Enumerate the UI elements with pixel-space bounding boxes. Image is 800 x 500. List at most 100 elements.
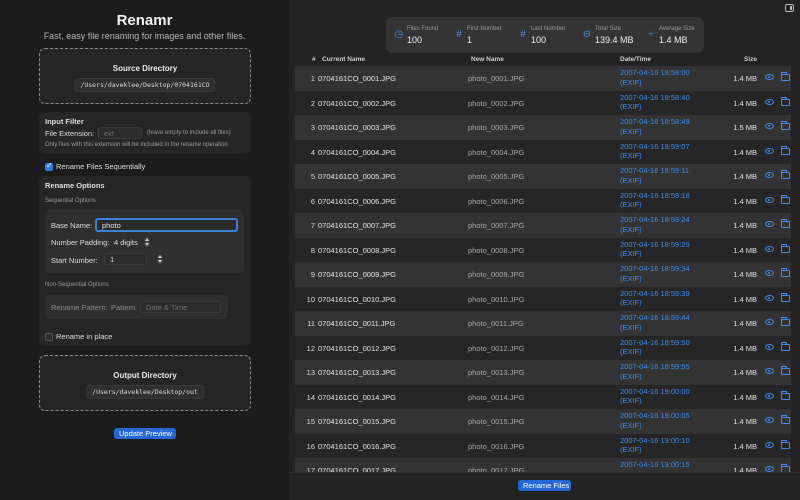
folder-icon[interactable] bbox=[781, 72, 790, 81]
table-row[interactable]: 1 0704161CO_0001.JPG photo_0001.JPG 2007-04… bbox=[295, 66, 791, 91]
row-number: 14 bbox=[306, 392, 315, 402]
row-number: 13 bbox=[306, 368, 315, 377]
header-num[interactable]: # bbox=[312, 56, 316, 63]
table-row[interactable]: 5 0704161CO_0005.JPG photo_0005.JPG 2007-04… bbox=[295, 164, 791, 189]
eye-icon[interactable] bbox=[765, 74, 774, 80]
update-preview-button[interactable]: Update Preview bbox=[114, 428, 176, 439]
date-source: (EXIF) bbox=[620, 249, 642, 258]
new-name: photo_0002.JPG bbox=[468, 98, 525, 108]
output-directory-dropzone[interactable]: Output Directory /Users/daveklee/Desktop… bbox=[39, 355, 251, 411]
folder-icon[interactable] bbox=[781, 341, 790, 351]
header-current-name[interactable]: Current Name bbox=[322, 56, 365, 63]
date-value: 2007-04-16 18:59:29 bbox=[620, 239, 690, 249]
nonsequential-options-box: Rename Pattern: Pattern Date & Time bbox=[45, 295, 228, 319]
file-size: 1.4 MB bbox=[733, 368, 757, 377]
file-extension-input[interactable]: ext bbox=[98, 127, 142, 139]
eye-icon[interactable] bbox=[765, 147, 774, 154]
eye-icon[interactable] bbox=[765, 319, 774, 325]
eye-icon[interactable] bbox=[765, 221, 774, 227]
table-row[interactable]: 7 0704161CO_0007.JPG photo_0007.JPG 2007-04… bbox=[295, 213, 791, 238]
table-header: # Current Name New Name Date/Time Size bbox=[289, 55, 800, 66]
date-source: (EXIF) bbox=[620, 420, 642, 430]
table-row[interactable]: 2 0704161CO_0002.JPG photo_0002.JPG 2007-04… bbox=[295, 90, 791, 115]
folder-icon[interactable] bbox=[781, 170, 790, 179]
table-row[interactable]: 15 0704161CO_0015.JPG photo_0015.JPG 2007-0… bbox=[295, 409, 791, 434]
divide-icon: ÷ bbox=[648, 29, 654, 40]
row-number: 8 bbox=[310, 245, 315, 255]
eye-icon[interactable] bbox=[765, 196, 774, 203]
folder-icon[interactable] bbox=[781, 439, 790, 449]
stat-label: Total Size bbox=[595, 26, 622, 32]
table-row[interactable]: 12 0704161CO_0012.JPG photo_0012.JPG 2007-0… bbox=[295, 335, 791, 360]
folder-icon[interactable] bbox=[781, 121, 790, 130]
output-directory-title: Output Directory bbox=[113, 371, 177, 380]
start-number-input[interactable]: 1 bbox=[104, 253, 147, 265]
date-time: 2007-04-16 18:59:24 (EXIF) bbox=[620, 215, 690, 234]
date-value: 2007-04-16 18:59:11 bbox=[620, 166, 690, 175]
eye-icon[interactable] bbox=[765, 245, 774, 252]
table-row[interactable]: 11 0704161CO_0011.JPG photo_0011.JPG 2007-0… bbox=[295, 311, 791, 336]
row-number: 6 bbox=[310, 196, 315, 206]
rename-pattern-select[interactable]: Date & Time bbox=[140, 301, 221, 313]
eye-icon[interactable] bbox=[765, 123, 774, 129]
date-value: 2007-04-16 18:58:49 bbox=[620, 117, 690, 126]
folder-icon[interactable] bbox=[781, 145, 790, 155]
header-date-time[interactable]: Date/Time bbox=[620, 56, 651, 63]
clock-icon: ◷ bbox=[394, 29, 404, 40]
eye-icon[interactable] bbox=[765, 368, 774, 374]
eye-icon[interactable] bbox=[765, 98, 774, 105]
row-number: 4 bbox=[310, 147, 315, 157]
sidebar-toggle-icon[interactable] bbox=[785, 4, 794, 12]
start-number-stepper[interactable] bbox=[157, 254, 163, 264]
header-new-name[interactable]: New Name bbox=[471, 56, 504, 63]
table-row[interactable]: 13 0704161CO_0013.JPG photo_0013.JPG 2007-0… bbox=[295, 360, 791, 385]
table-row[interactable]: 3 0704161CO_0003.JPG photo_0003.JPG 2007-04… bbox=[295, 115, 791, 140]
new-name: photo_0013.JPG bbox=[468, 368, 525, 377]
current-name: 0704161CO_0010.JPG bbox=[318, 294, 396, 304]
stat-value: 100 bbox=[407, 35, 423, 45]
folder-icon[interactable] bbox=[781, 243, 790, 253]
folder-icon[interactable] bbox=[781, 194, 790, 204]
eye-icon[interactable] bbox=[765, 294, 774, 301]
rename-pattern-label: Rename Pattern: bbox=[51, 303, 108, 312]
date-time: 2007-04-16 19:00:00 (EXIF) bbox=[620, 387, 690, 406]
rename-files-button[interactable]: Rename Files bbox=[518, 480, 571, 491]
eye-icon[interactable] bbox=[765, 172, 774, 178]
folder-icon[interactable] bbox=[781, 390, 790, 400]
eye-icon[interactable] bbox=[765, 417, 774, 423]
table-row[interactable]: 17 0704161CO_0017.JPG photo_0017.JPG 2007-0… bbox=[295, 458, 791, 472]
table-row[interactable]: 10 0704161CO_0010.JPG photo_0010.JPG 2007-0… bbox=[295, 286, 791, 311]
row-number: 15 bbox=[306, 417, 315, 426]
table-row[interactable]: 6 0704161CO_0006.JPG photo_0006.JPG 2007-04… bbox=[295, 188, 791, 213]
eye-icon[interactable] bbox=[765, 343, 774, 350]
table-row[interactable]: 16 0704161CO_0016.JPG photo_0016.JPG 2007-0… bbox=[295, 433, 791, 458]
table-row[interactable]: 8 0704161CO_0008.JPG photo_0008.JPG 2007-04… bbox=[295, 237, 791, 262]
new-name: photo_0014.JPG bbox=[468, 392, 525, 402]
sequential-checkbox[interactable] bbox=[45, 161, 53, 171]
base-name-input[interactable]: photo bbox=[95, 218, 238, 232]
folder-icon[interactable] bbox=[781, 317, 790, 326]
source-directory-dropzone[interactable]: Source Directory /Users/daveklee/Desktop… bbox=[39, 48, 251, 104]
rename-in-place-checkbox[interactable] bbox=[45, 333, 53, 341]
table-row[interactable]: 9 0704161CO_0009.JPG photo_0009.JPG 2007-04… bbox=[295, 262, 791, 287]
file-size: 1.4 MB bbox=[733, 147, 757, 157]
stat-label: First Number bbox=[467, 26, 502, 32]
table-row[interactable]: 14 0704161CO_0014.JPG photo_0014.JPG 2007-0… bbox=[295, 384, 791, 409]
folder-icon[interactable] bbox=[781, 292, 790, 302]
file-size: 1.4 MB bbox=[733, 343, 757, 353]
folder-icon[interactable] bbox=[781, 219, 790, 228]
date-source: (EXIF) bbox=[620, 322, 642, 332]
header-size[interactable]: Size bbox=[744, 56, 757, 63]
table-row[interactable]: 4 0704161CO_0004.JPG photo_0004.JPG 2007-04… bbox=[295, 139, 791, 164]
eye-icon[interactable] bbox=[765, 441, 774, 448]
folder-icon[interactable] bbox=[781, 366, 790, 375]
folder-icon[interactable] bbox=[781, 96, 790, 106]
folder-icon[interactable] bbox=[781, 415, 790, 424]
row-number: 7 bbox=[310, 221, 315, 230]
number-padding-stepper[interactable] bbox=[144, 237, 150, 247]
folder-icon[interactable] bbox=[781, 268, 790, 277]
eye-icon[interactable] bbox=[765, 270, 774, 276]
eye-icon[interactable] bbox=[765, 392, 774, 399]
stats-bar: ◷ Files Found 100 # First Number 1 # Last Numbe… bbox=[386, 17, 704, 53]
new-name: photo_0006.JPG bbox=[468, 196, 525, 206]
